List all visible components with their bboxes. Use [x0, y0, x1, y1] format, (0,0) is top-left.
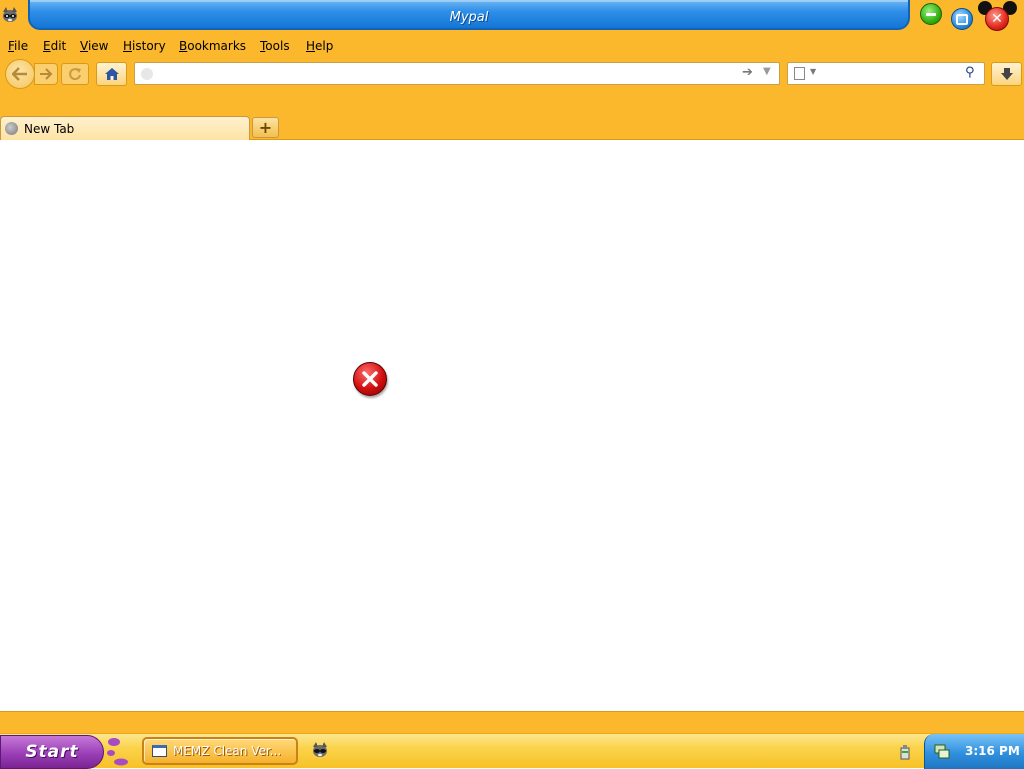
- title-bar-caption[interactable]: Mypal: [28, 0, 910, 30]
- reload-button[interactable]: [61, 63, 89, 85]
- new-tab-button[interactable]: +: [252, 117, 279, 138]
- system-tray: 3:16 PM: [924, 734, 1024, 769]
- reload-icon: [69, 68, 81, 81]
- back-arrow-icon: [12, 67, 27, 81]
- search-bar[interactable]: ▼ ⚲: [787, 62, 985, 85]
- menu-bookmarks[interactable]: Bookmarks: [179, 39, 246, 53]
- navigation-toolbar: ➔ ▼ ▼ ⚲: [0, 56, 1024, 96]
- menu-edit[interactable]: Edit: [43, 39, 66, 53]
- network-icon[interactable]: [933, 742, 951, 760]
- home-button[interactable]: [96, 62, 127, 86]
- menu-help[interactable]: Help: [306, 39, 333, 53]
- tab-new-tab[interactable]: New Tab: [0, 116, 250, 140]
- window-title: Mypal: [449, 10, 489, 25]
- menu-bar: File Edit View History Bookmarks Tools H…: [0, 36, 1024, 56]
- menu-edit-label: dit: [50, 39, 67, 53]
- url-input[interactable]: [159, 65, 749, 82]
- status-bar: [0, 711, 1024, 733]
- menu-file-label: ile: [14, 39, 29, 53]
- search-engine-icon[interactable]: [794, 67, 805, 80]
- maximize-button[interactable]: [951, 8, 973, 30]
- taskbar-window-label: MEMZ Clean Ver...: [173, 744, 282, 758]
- tab-bar: New Tab +: [0, 96, 1024, 140]
- plus-icon: +: [258, 118, 273, 137]
- url-bar[interactable]: ➔ ▼: [134, 62, 780, 85]
- menu-view-accel: V: [80, 39, 88, 53]
- menu-history-label: istory: [132, 39, 166, 53]
- home-icon: [104, 68, 119, 80]
- raccoon-app-icon[interactable]: [1, 6, 19, 24]
- menu-edit-accel: E: [43, 39, 51, 53]
- back-button[interactable]: [5, 59, 35, 89]
- raccoon-quick-launch-icon[interactable]: [311, 742, 329, 758]
- menu-file[interactable]: File: [8, 39, 28, 53]
- page-content: [0, 140, 1024, 711]
- menu-history[interactable]: History: [123, 39, 166, 53]
- menu-view[interactable]: View: [80, 39, 108, 53]
- url-dropdown-icon[interactable]: ▼: [763, 66, 771, 77]
- start-decoration-icon: [107, 738, 128, 766]
- go-arrow-icon[interactable]: ➔: [742, 65, 753, 80]
- tab-label: New Tab: [24, 122, 75, 136]
- close-button[interactable]: ✕: [985, 7, 1009, 31]
- taskbar-window-button[interactable]: MEMZ Clean Ver...: [142, 737, 298, 765]
- taskbar: Start MEMZ Clean Ver... 3:16 PM: [0, 733, 1024, 769]
- search-input[interactable]: [818, 65, 958, 82]
- window-icon: [152, 745, 167, 757]
- globe-icon: [141, 68, 153, 80]
- minimize-button[interactable]: [920, 3, 942, 25]
- forward-arrow-icon: [40, 68, 53, 80]
- menu-bookmarks-label: ookmarks: [187, 39, 247, 53]
- downloads-button[interactable]: [991, 62, 1022, 86]
- menu-history-accel: H: [123, 39, 133, 53]
- menu-help-label: elp: [315, 39, 334, 53]
- start-button[interactable]: Start: [0, 735, 104, 769]
- menu-help-accel: H: [306, 39, 316, 53]
- menu-tools-label: ools: [265, 39, 290, 53]
- tab-favicon-icon: [5, 122, 18, 135]
- download-arrow-icon: [1000, 68, 1013, 80]
- start-label: Start: [25, 742, 79, 762]
- forward-button[interactable]: [34, 63, 58, 85]
- error-x-icon: [353, 362, 387, 396]
- menu-view-label: iew: [87, 39, 109, 53]
- search-icon[interactable]: ⚲: [965, 65, 975, 80]
- menu-bookmarks-accel: B: [179, 39, 188, 53]
- clock[interactable]: 3:16 PM: [965, 744, 1020, 758]
- safely-remove-hardware-icon[interactable]: [898, 744, 912, 760]
- menu-tools[interactable]: Tools: [260, 39, 290, 53]
- title-bar: Mypal ✕: [0, 0, 1024, 36]
- search-engine-dropdown-icon[interactable]: ▼: [810, 67, 816, 76]
